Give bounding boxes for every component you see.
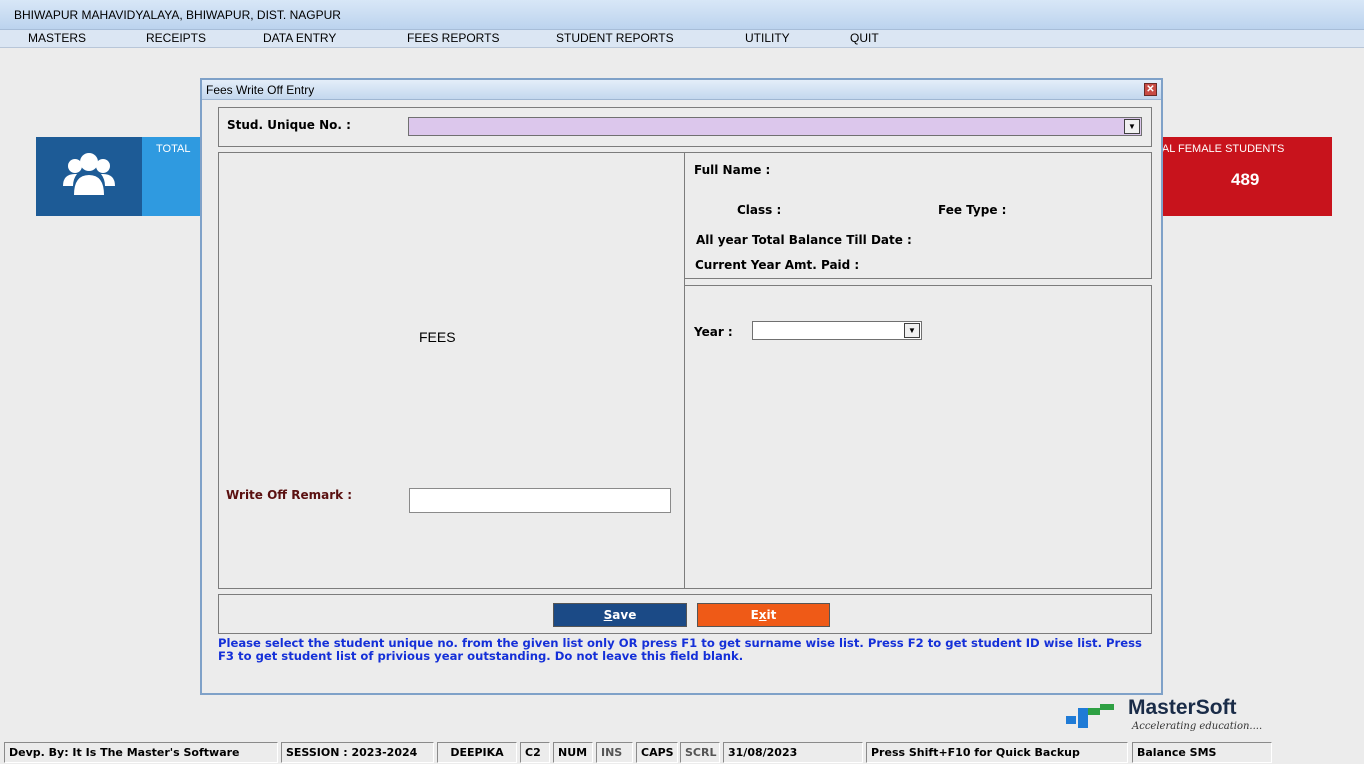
menu-utility[interactable]: UTILITY bbox=[741, 31, 794, 45]
stud-unique-label: Stud. Unique No. : bbox=[227, 118, 351, 132]
total-students-info: TOTAL 9 bbox=[142, 137, 202, 216]
status-ins: INS bbox=[596, 742, 633, 763]
status-caps: CAPS bbox=[636, 742, 678, 763]
year-label: Year : bbox=[694, 325, 733, 339]
female-students-label: TAL FEMALE STUDENTS bbox=[1162, 143, 1285, 155]
menu-receipts[interactable]: RECEIPTS bbox=[142, 31, 210, 45]
female-students-tile: TAL FEMALE STUDENTS 489 bbox=[1162, 137, 1332, 216]
fees-panel: FEES Write Off Remark : bbox=[218, 152, 685, 589]
total-students-label: TOTAL bbox=[156, 143, 191, 155]
menu-quit[interactable]: QUIT bbox=[846, 31, 883, 45]
status-user: DEEPIKA bbox=[437, 742, 517, 763]
status-balance-sms[interactable]: Balance SMS bbox=[1132, 742, 1272, 763]
status-backup-hint: Press Shift+F10 for Quick Backup bbox=[866, 742, 1128, 763]
status-session: SESSION : 2023-2024 bbox=[281, 742, 434, 763]
save-button[interactable]: Save bbox=[553, 603, 687, 627]
dialog-title: Fees Write Off Entry bbox=[206, 83, 315, 97]
status-developer: Devp. By: It Is The Master's Software bbox=[4, 742, 278, 763]
menu-bar: MASTERS RECEIPTS DATA ENTRY FEES REPORTS… bbox=[0, 30, 1364, 48]
menu-masters[interactable]: MASTERS bbox=[24, 31, 90, 45]
chevron-down-icon[interactable]: ▼ bbox=[1124, 119, 1140, 134]
exit-button[interactable]: Exit bbox=[697, 603, 830, 627]
users-icon bbox=[63, 153, 115, 195]
menu-student-reports[interactable]: STUDENT REPORTS bbox=[552, 31, 678, 45]
current-paid-label: Current Year Amt. Paid : bbox=[695, 258, 860, 272]
logo-tagline: Accelerating education.... bbox=[1132, 721, 1263, 732]
total-students-tile: TOTAL 9 bbox=[36, 137, 202, 216]
remark-input[interactable] bbox=[409, 488, 671, 513]
stud-unique-combo[interactable]: ▼ bbox=[408, 117, 1142, 136]
class-label: Class : bbox=[737, 203, 782, 217]
users-icon-box bbox=[36, 137, 142, 216]
app-titlebar: BHIWAPUR MAHAVIDYALAYA, BHIWAPUR, DIST. … bbox=[0, 0, 1364, 30]
balance-label: All year Total Balance Till Date : bbox=[696, 233, 912, 247]
mastersoft-logo-icon bbox=[1066, 704, 1114, 728]
full-name-label: Full Name : bbox=[694, 163, 771, 177]
status-num: NUM bbox=[553, 742, 593, 763]
fees-label: FEES bbox=[419, 329, 456, 345]
year-combo[interactable]: ▼ bbox=[752, 321, 922, 340]
menu-fees-reports[interactable]: FEES REPORTS bbox=[403, 31, 503, 45]
female-students-value: 489 bbox=[1231, 170, 1260, 189]
stud-unique-frame: Stud. Unique No. : ▼ bbox=[218, 107, 1152, 147]
remark-label: Write Off Remark : bbox=[226, 488, 353, 502]
chevron-down-icon[interactable]: ▼ bbox=[904, 323, 920, 338]
student-info-panel: Full Name : Class : Fee Type : All year … bbox=[684, 152, 1152, 279]
close-icon[interactable]: ✕ bbox=[1144, 83, 1157, 96]
dialog-titlebar: Fees Write Off Entry ✕ bbox=[202, 80, 1161, 100]
fees-write-off-dialog: Fees Write Off Entry ✕ Stud. Unique No. … bbox=[200, 78, 1163, 695]
year-panel: Year : ▼ bbox=[684, 285, 1152, 589]
status-date: 31/08/2023 bbox=[723, 742, 863, 763]
help-text: Please select the student unique no. fro… bbox=[218, 636, 1142, 663]
status-code: C2 bbox=[520, 742, 550, 763]
status-scrl: SCRL bbox=[680, 742, 720, 763]
button-frame: Save Exit bbox=[218, 594, 1152, 634]
fee-type-label: Fee Type : bbox=[938, 203, 1007, 217]
status-bar: Devp. By: It Is The Master's Software SE… bbox=[0, 741, 1364, 764]
logo-name: MasterSoft bbox=[1128, 696, 1237, 719]
app-title: BHIWAPUR MAHAVIDYALAYA, BHIWAPUR, DIST. … bbox=[14, 8, 341, 22]
menu-data-entry[interactable]: DATA ENTRY bbox=[259, 31, 340, 45]
mastersoft-logo: MasterSoft Accelerating education.... bbox=[1066, 696, 1262, 736]
